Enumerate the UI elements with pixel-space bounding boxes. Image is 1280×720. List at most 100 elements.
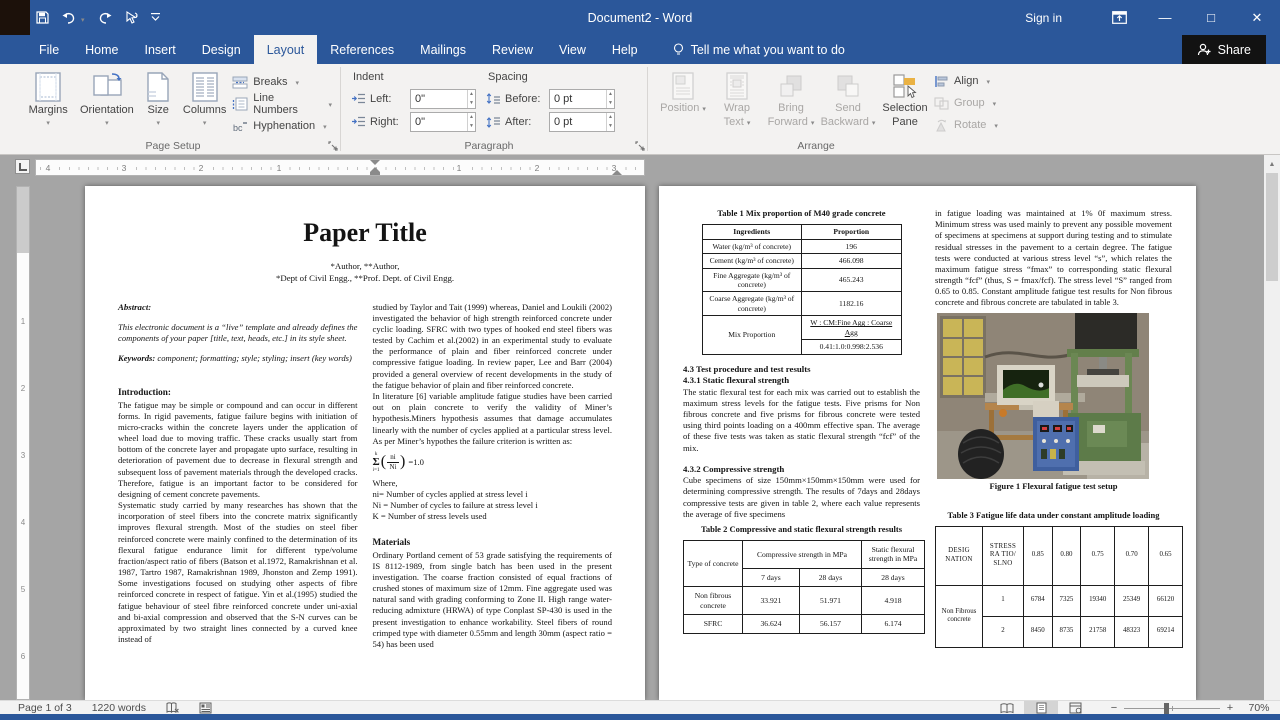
customize-quick-access-button[interactable] [151, 13, 160, 22]
hyphenation-icon: bc [232, 120, 248, 133]
spacing-after-spinner[interactable]: ▲▼ [606, 113, 614, 131]
spin-up-icon[interactable]: ▲ [607, 90, 614, 99]
indent-right-input[interactable] [411, 113, 467, 131]
authors-line: *Author, **Author, [118, 260, 612, 272]
tab-design[interactable]: Design [189, 35, 254, 64]
redo-button[interactable] [98, 12, 112, 24]
tab-home[interactable]: Home [72, 35, 131, 64]
orientation-label: Orientation [80, 104, 134, 116]
tell-me-box[interactable]: Tell me what you want to do [673, 35, 845, 64]
zoom-level[interactable]: 70% [1238, 702, 1280, 714]
svg-text:bc: bc [233, 123, 243, 133]
table-cell: 8450 [1024, 616, 1053, 647]
spin-up-icon[interactable]: ▲ [468, 90, 475, 99]
macro-recording-icon[interactable] [199, 702, 212, 714]
spin-up-icon[interactable]: ▲ [468, 113, 475, 122]
columns-button[interactable]: Columns [179, 67, 230, 125]
spacing-before-field[interactable]: ▲▼ [549, 89, 615, 109]
ruler-number: 1 [17, 317, 29, 326]
spacing-before-spinner[interactable]: ▲▼ [606, 90, 614, 108]
indent-left-input[interactable] [411, 90, 467, 108]
table-cell: 466.098 [802, 254, 902, 268]
zoom-in-button[interactable]: + [1222, 702, 1238, 714]
spacing-after-input[interactable] [550, 113, 606, 131]
page-1[interactable]: Paper Title *Author, **Author, *Dept of … [85, 186, 645, 700]
tab-view[interactable]: View [546, 35, 599, 64]
spacing-after-field[interactable]: ▲▼ [549, 112, 615, 132]
undo-button[interactable] [62, 9, 85, 27]
indent-left-spinner[interactable]: ▲▼ [467, 90, 475, 108]
ruler-number: 1 [274, 163, 284, 173]
tab-layout[interactable]: Layout [254, 35, 318, 64]
table-cell: 25349 [1115, 585, 1149, 616]
spin-down-icon[interactable]: ▼ [607, 122, 614, 131]
tab-file[interactable]: File [26, 35, 72, 64]
hyphenation-button[interactable]: bcHyphenation [232, 116, 332, 136]
share-button[interactable]: Share [1182, 35, 1266, 64]
table-cell: 4.918 [862, 587, 925, 615]
tab-stop-selector[interactable] [15, 159, 30, 174]
indent-markers[interactable] [370, 160, 381, 175]
zoom-out-button[interactable]: − [1106, 702, 1122, 714]
zoom-slider-handle[interactable] [1164, 703, 1169, 714]
vertical-scrollbar[interactable]: ▲ [1264, 155, 1280, 700]
word-count[interactable]: 1220 words [92, 702, 146, 714]
scroll-up-button[interactable]: ▲ [1264, 157, 1280, 171]
table-cell: 196 [802, 239, 902, 253]
align-button[interactable]: Align [934, 71, 998, 91]
tab-help[interactable]: Help [599, 35, 651, 64]
indent-right-field[interactable]: ▲▼ [410, 112, 476, 132]
tab-references[interactable]: References [317, 35, 407, 64]
formula-def-N: Ni = Number of cycles to failure at stre… [373, 500, 613, 511]
maximize-button[interactable]: □ [1188, 0, 1234, 35]
sign-in-button[interactable]: Sign in [1025, 11, 1062, 25]
close-button[interactable]: ✕ [1234, 0, 1280, 35]
page-indicator[interactable]: Page 1 of 3 [18, 702, 72, 714]
selection-pane-button[interactable]: Selection Pane [878, 67, 932, 130]
proofing-status-icon[interactable] [166, 702, 179, 714]
page-setup-dialog-launcher[interactable] [328, 141, 338, 151]
page-2[interactable]: Table 1 Mix proportion of M40 grade conc… [659, 186, 1196, 700]
right-indent-marker[interactable] [612, 170, 622, 175]
margins-button[interactable]: Margins [20, 67, 76, 125]
line-numbers-button[interactable]: Line Numbers [232, 94, 332, 114]
touch-mode-button[interactable] [125, 11, 138, 24]
first-line-indent-marker[interactable] [370, 160, 380, 165]
zoom-slider[interactable] [1124, 708, 1220, 709]
table-3: DESIG NATION STRESS RA TIO/ SLNO 0.85 0.… [935, 526, 1183, 648]
formula-def-K: K = Number of stress levels used [373, 511, 613, 522]
tab-insert[interactable]: Insert [132, 35, 189, 64]
spin-down-icon[interactable]: ▼ [468, 99, 475, 108]
spin-down-icon[interactable]: ▼ [607, 99, 614, 108]
vertical-ruler[interactable]: 1 2 3 4 5 6 [16, 186, 30, 700]
table-cell: 36.624 [743, 615, 800, 633]
breaks-button[interactable]: Breaks [232, 72, 332, 92]
undo-dropdown-caret[interactable] [81, 9, 85, 27]
table-header: 0.65 [1149, 526, 1183, 585]
spin-up-icon[interactable]: ▲ [607, 113, 614, 122]
left-indent-marker[interactable] [370, 172, 380, 175]
size-button[interactable]: Size [137, 67, 178, 125]
scrollbar-thumb[interactable] [1266, 173, 1278, 281]
materials-heading: Materials [373, 537, 613, 549]
minimize-button[interactable]: — [1142, 0, 1188, 35]
table-cell: 0.41:1.0:0.998:2.536 [802, 340, 902, 354]
web-layout-button[interactable] [1058, 701, 1092, 715]
save-button[interactable] [36, 11, 49, 24]
orientation-button[interactable]: Orientation [76, 67, 137, 125]
section-4-3-2-heading: 4.3.2 Compressive strength [683, 464, 920, 475]
tab-mailings[interactable]: Mailings [407, 35, 479, 64]
ruler-number: 2 [17, 384, 29, 393]
horizontal-ruler[interactable]: 4 3 2 1 1 2 3 [35, 159, 645, 176]
paragraph-dialog-launcher[interactable] [635, 141, 645, 151]
print-layout-button[interactable] [1024, 701, 1058, 715]
breaks-label: Breaks [253, 76, 287, 88]
indent-right-spinner[interactable]: ▲▼ [467, 113, 475, 131]
rotate-icon [934, 119, 949, 132]
spacing-before-input[interactable] [550, 90, 606, 108]
indent-left-field[interactable]: ▲▼ [410, 89, 476, 109]
tab-review[interactable]: Review [479, 35, 546, 64]
spin-down-icon[interactable]: ▼ [468, 122, 475, 131]
read-mode-button[interactable] [990, 701, 1024, 715]
ribbon-display-options-button[interactable] [1096, 0, 1142, 35]
